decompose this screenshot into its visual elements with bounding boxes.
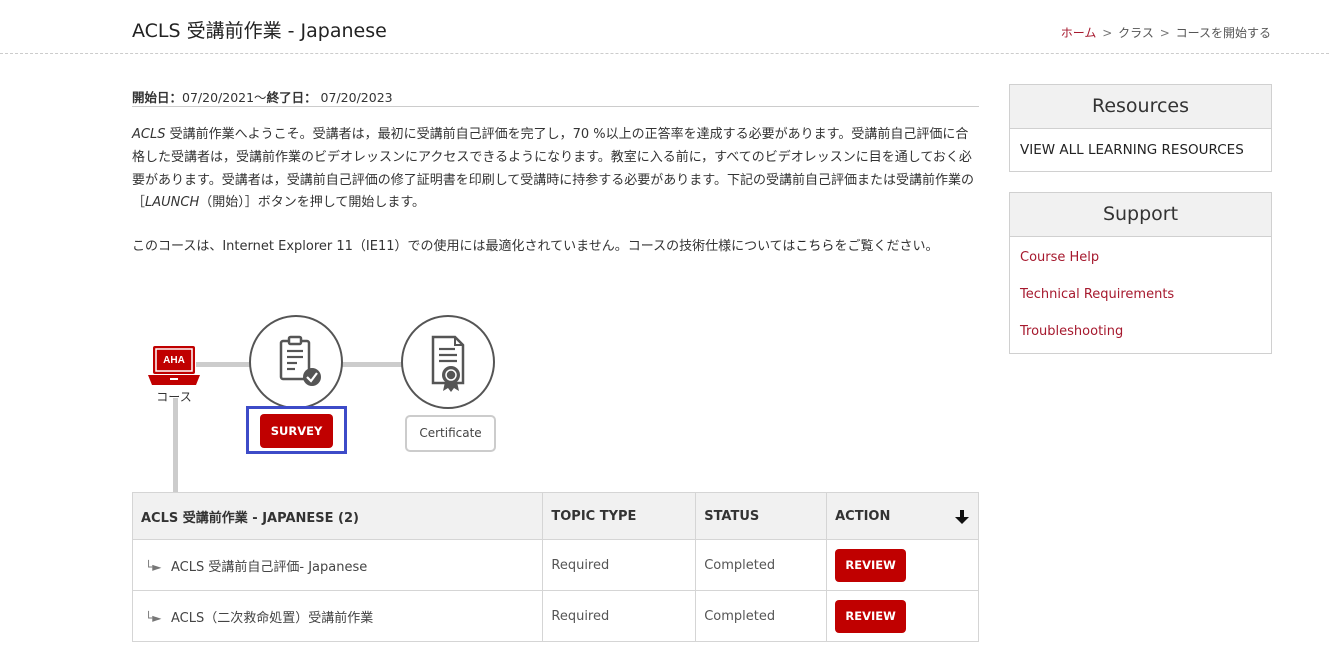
column-header-action[interactable]: ACTION [826, 492, 979, 540]
survey-button[interactable]: SURVEY [260, 414, 333, 448]
course-label: コース [156, 390, 192, 404]
course-dates: 開始日：07/20/2021〜終了日： 07/20/2023 [132, 87, 979, 107]
topic-name: ACLS（二次救命処置）受講前作業 [171, 610, 374, 626]
tech-specs-link[interactable]: こちら [795, 239, 834, 254]
flow-connector [196, 362, 252, 367]
browser-notice-text: このコースは、Internet Explorer 11（IE11）での使用には最… [132, 236, 972, 259]
intro-acls-italic: ACLS [132, 127, 166, 142]
sub-item-arrow-icon: └► [145, 610, 162, 625]
intro-text-2: （開始）］ボタンを押して開始します。 [199, 195, 426, 211]
notice-text-1: このコースは、Internet Explorer 11（IE11）での使用には最… [132, 239, 796, 254]
topic-name: ACLS 受講前自己評価- Japanese [171, 559, 368, 575]
breadcrumb-classes-link[interactable]: クラス [1118, 26, 1154, 40]
start-date-label: 開始日： [132, 90, 183, 105]
certificate-button[interactable]: Certificate [405, 415, 496, 452]
topic-action-cell: REVIEW [826, 539, 979, 591]
breadcrumb-home-link[interactable]: ホーム [1061, 26, 1097, 40]
column-header-status: STATUS [695, 492, 828, 540]
breadcrumb-separator: > [1159, 26, 1170, 40]
end-date-value: 07/20/2023 [316, 90, 393, 105]
topics-table: ACLS 受講前作業 - JAPANESE (2) TOPIC TYPE STA… [131, 492, 979, 642]
action-header-label: ACTION [835, 508, 891, 524]
topic-name-cell: └► ACLS（二次救命処置）受講前作業 [131, 590, 544, 642]
survey-step-circle[interactable] [249, 315, 343, 409]
breadcrumb-separator: > [1102, 26, 1113, 40]
topic-status-cell: Completed [695, 539, 828, 591]
support-panel-title: Support [1010, 193, 1271, 237]
course-laptop-icon: AHA [146, 344, 202, 388]
page-title: ACLS 受講前作業 - Japanese [132, 20, 387, 42]
table-header-row: ACLS 受講前作業 - JAPANESE (2) TOPIC TYPE STA… [131, 492, 979, 540]
intro-launch-italic: LAUNCH [145, 195, 200, 211]
view-all-resources-link[interactable]: VIEW ALL LEARNING RESOURCES [1010, 129, 1271, 171]
breadcrumb-current: コースを開始する [1175, 26, 1271, 40]
course-help-link[interactable]: Course Help [1010, 237, 1271, 274]
end-date-label: 終了日： [266, 90, 317, 105]
aha-badge-text: AHA [163, 355, 185, 366]
column-header-name: ACLS 受講前作業 - JAPANESE (2) [131, 492, 544, 540]
technical-requirements-link[interactable]: Technical Requirements [1010, 274, 1271, 311]
flow-connector [342, 362, 404, 367]
arrow-down-icon[interactable] [954, 509, 970, 525]
sub-item-arrow-icon: └► [145, 559, 162, 574]
review-button[interactable]: REVIEW [835, 599, 907, 633]
breadcrumb: ホーム > クラス > コースを開始する [1061, 24, 1271, 41]
table-row: └► ACLS（二次救命処置）受講前作業 Required Completed R… [131, 590, 979, 642]
column-header-topic-type: TOPIC TYPE [542, 492, 697, 540]
page-header: ACLS 受講前作業 - Japanese ホーム > クラス > コースを開始… [0, 0, 1329, 54]
topic-type-cell: Required [542, 590, 697, 642]
topic-action-cell: REVIEW [826, 590, 979, 642]
certificate-step-circle[interactable] [401, 315, 495, 409]
resources-panel-title: Resources [1010, 85, 1271, 129]
notice-text-2: をご覧ください。 [834, 239, 939, 254]
review-button[interactable]: REVIEW [835, 548, 907, 582]
start-date-value: 07/20/2021〜 [182, 90, 267, 105]
certificate-icon [431, 335, 465, 392]
table-row: └► ACLS 受講前自己評価- Japanese Required Comple… [131, 539, 979, 591]
topic-status-cell: Completed [695, 590, 828, 642]
support-panel: Support Course Help Technical Requiremen… [1009, 192, 1272, 354]
resources-panel: Resources VIEW ALL LEARNING RESOURCES [1009, 84, 1272, 172]
topic-type-cell: Required [542, 539, 697, 591]
flow-connector-vertical [173, 398, 178, 494]
clipboard-check-icon [279, 335, 321, 386]
course-intro-text: ACLS 受講前作業へようこそ。受講者は，最初に受講前自己評価を完了し，70 %… [132, 124, 980, 215]
topic-name-cell: └► ACLS 受講前自己評価- Japanese [131, 539, 544, 591]
troubleshooting-link[interactable]: Troubleshooting [1010, 311, 1271, 348]
